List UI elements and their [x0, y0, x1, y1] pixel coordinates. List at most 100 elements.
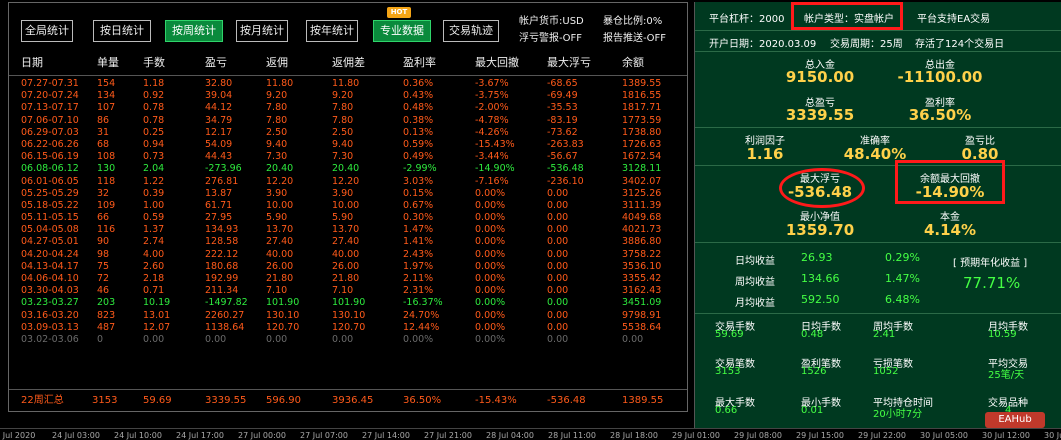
cell-orders: 823: [97, 309, 116, 321]
chart-time-axis: 24 Jul 2020 24 Jul 03:00 24 Jul 10:00 24 Ju…: [0, 428, 1061, 440]
divider: [695, 165, 1061, 166]
cell-profit-rate: 1.41%: [403, 236, 434, 248]
trade-cycle: 交易周期：25周: [830, 39, 903, 50]
daily-stats-button[interactable]: 按日统计: [93, 20, 151, 42]
axis-tick-label: 24 Jul 03:00: [52, 431, 100, 440]
cell-lots: 2.74: [143, 236, 165, 248]
cell-lots: 0.59: [143, 212, 165, 224]
cell-balance: 3886.80: [622, 236, 662, 248]
table-row: 05.11-05.15 66 0.59 27.95 5.90 5.90 0.30% 0.00%…: [9, 212, 687, 224]
monthly-lots-value: 10.59: [988, 329, 1017, 340]
cell-lots: 0.25: [143, 126, 165, 138]
col-orders: 单量: [97, 56, 119, 69]
cell-rebate: 5.90: [266, 212, 288, 224]
summary-label: 22周汇总: [21, 395, 64, 406]
table-header: 日期 单量 手数 盈亏 返佣 返佣差 盈利率 最大回撤 最大浮亏 余额: [9, 51, 687, 73]
cell-rebate: 120.70: [266, 321, 300, 333]
cell-rebate-diff: 3.90: [332, 187, 354, 199]
cell-date: 03.02-03.06: [21, 333, 79, 345]
cell-rebate: 10.00: [266, 199, 294, 211]
daily-lots-value: 0.48: [801, 329, 824, 340]
table-row: 06.15-06.19 108 0.73 44.43 7.30 7.30 0.49% -3.4…: [9, 151, 687, 163]
cell-profit-rate: 0.43%: [403, 90, 434, 102]
cell-rebate-diff: 7.30: [332, 151, 354, 163]
cell-rebate-diff: 11.80: [332, 78, 360, 89]
cell-lots: 0.94: [143, 138, 165, 150]
cell-lots: 1.00: [143, 199, 165, 211]
cell-max-float-loss: 0.00: [547, 285, 569, 297]
cell-rebate: 2.50: [266, 126, 288, 138]
cell-rebate: 0.00: [266, 333, 288, 345]
cell-max-float-loss: 0.00: [547, 199, 569, 211]
cell-max-float-loss: -73.62: [547, 126, 578, 138]
global-stats-button[interactable]: 全局统计: [21, 20, 73, 42]
cell-date: 03.16-03.20: [21, 309, 79, 321]
monthly-stats-button[interactable]: 按月统计: [236, 20, 288, 42]
cell-balance: 3758.22: [622, 248, 662, 260]
cell-orders: 98: [97, 248, 110, 260]
report-push-toggle[interactable]: 报告推送-OFF: [603, 29, 666, 44]
stopout-ratio: 暴仓比例:0%: [603, 16, 663, 27]
table-row: 05.25-05.29 32 0.39 13.87 3.90 3.90 0.15% 0.00%…: [9, 188, 687, 200]
divider: [695, 313, 1061, 314]
cell-orders: 118: [97, 175, 116, 187]
annual-return-value: 77.71%: [963, 274, 1021, 292]
cell-balance: 3162.43: [622, 285, 662, 297]
cell-date: 05.25-05.29: [21, 187, 79, 199]
cell-balance: 1817.71: [622, 102, 662, 114]
axis-tick-label: 30 Jul 12:00: [982, 431, 1030, 440]
table-row: 04.27-05.01 90 2.74 128.58 27.40 27.40 1.41% 0.…: [9, 236, 687, 248]
float-warning-toggle[interactable]: 浮亏警报-OFF: [519, 29, 582, 44]
cell-rebate-diff: 7.10: [332, 285, 354, 297]
table-row: 04.06-04.10 72 2.18 192.99 21.80 21.80 2.11% 0.…: [9, 273, 687, 285]
cell-date: 03.30-04.03: [21, 285, 79, 297]
cell-date: 07.13-07.17: [21, 102, 79, 114]
cell-rebate: 3.90: [266, 187, 288, 199]
cell-max-float-loss: 0.00: [547, 297, 569, 309]
cell-rebate: 9.40: [266, 138, 288, 150]
axis-tick-label: 30 Jul 05:00: [920, 431, 968, 440]
cell-max-float-loss: 0.00: [547, 248, 569, 260]
cell-rebate: 7.10: [266, 285, 288, 297]
trade-track-button[interactable]: 交易轨迹: [443, 20, 499, 42]
cell-pnl: -1497.82: [205, 297, 248, 309]
cell-pnl: 2260.27: [205, 309, 245, 321]
table-row: 06.29-07.03 31 0.25 12.17 2.50 2.50 0.13% -4.26…: [9, 127, 687, 139]
yearly-stats-button[interactable]: 按年统计: [306, 20, 358, 42]
cell-orders: 109: [97, 199, 116, 211]
cell-orders: 68: [97, 138, 110, 150]
cell-profit-rate: 3.03%: [403, 175, 434, 187]
cell-orders: 90: [97, 236, 110, 248]
cell-profit-rate: 0.59%: [403, 138, 434, 150]
cell-date: 07.06-07.10: [21, 114, 79, 126]
cell-balance: 3111.39: [622, 199, 662, 211]
cell-balance: 3355.42: [622, 273, 662, 284]
total-pnl-value: 3339.55: [785, 106, 855, 124]
axis-tick-label: 30 Jul 19:00: [1044, 431, 1061, 440]
weekly-lots-value: 2.41: [873, 329, 896, 340]
cell-profit-rate: 12.44%: [403, 321, 440, 333]
table-row: 07.06-07.10 86 0.78 34.79 7.80 7.80 0.38% -4.78…: [9, 115, 687, 127]
cell-max-float-loss: 0.00: [547, 321, 569, 333]
cell-max-drawdown: -7.16%: [475, 175, 509, 187]
axis-tick-label: 27 Jul 07:00: [300, 431, 348, 440]
cell-max-float-loss: -263.83: [547, 138, 584, 150]
pro-data-button[interactable]: 专业数据: [373, 20, 431, 42]
cell-max-drawdown: -4.78%: [475, 114, 509, 126]
avg-trade-value: 25笔/天: [988, 370, 1025, 381]
cell-lots: 13.01: [143, 309, 171, 321]
col-balance: 余额: [622, 56, 644, 69]
cell-profit-rate: -16.37%: [403, 297, 443, 309]
cell-balance: 3402.07: [622, 175, 662, 187]
col-profit-rate: 盈利率: [403, 56, 436, 69]
weekly-stats-button[interactable]: 按周统计: [165, 20, 223, 42]
cell-lots: 0.39: [143, 187, 165, 199]
cell-orders: 154: [97, 78, 116, 89]
cell-balance: 5538.64: [622, 321, 662, 333]
cell-date: 05.04-05.08: [21, 224, 79, 236]
summary-pnl: 3339.55: [205, 395, 247, 406]
cell-rebate: 40.00: [266, 248, 294, 260]
divider: [695, 51, 1061, 52]
cell-pnl: 222.12: [205, 248, 239, 260]
cell-lots: 0.92: [143, 90, 165, 102]
